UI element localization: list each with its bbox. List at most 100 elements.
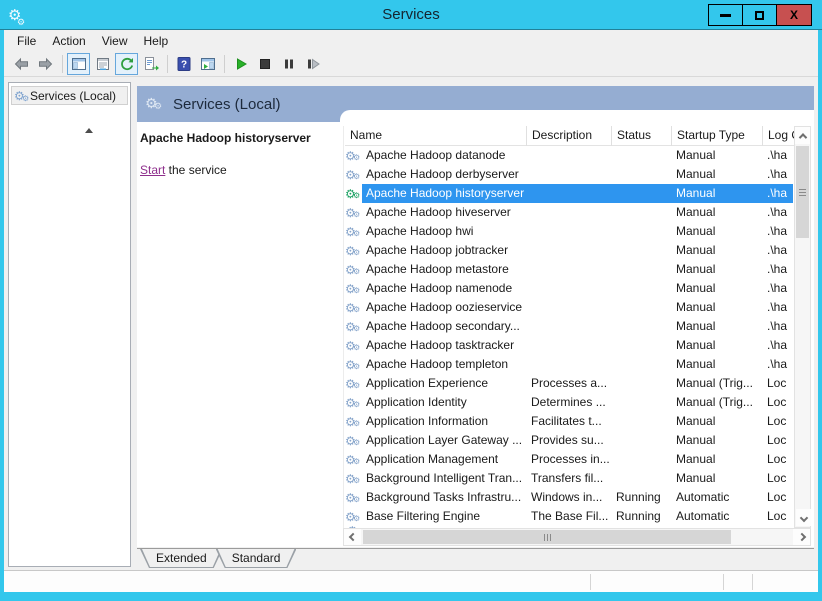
scroll-down-button[interactable]: [796, 509, 811, 526]
start-service-link[interactable]: Start: [140, 163, 165, 177]
back-button[interactable]: [10, 53, 33, 75]
service-row[interactable]: ⚙⚙Apache Hadoop tasktrackerManual.\ha: [345, 336, 793, 355]
show-console-tree-button[interactable]: [67, 53, 90, 75]
forward-button[interactable]: [34, 53, 57, 75]
status-bar: [4, 570, 818, 592]
tab-extended[interactable]: Extended: [140, 549, 223, 568]
service-log-on-as-cell: Loc: [763, 469, 793, 488]
maximize-button[interactable]: [743, 5, 777, 25]
service-row[interactable]: ⚙⚙Application IdentityDetermines ...Manu…: [345, 393, 793, 412]
service-row-cells: Apache Hadoop derbyserverManual.\ha: [362, 165, 793, 184]
service-name-cell: Background Intelligent Tran...: [362, 469, 527, 488]
service-status-cell: [612, 412, 672, 431]
pause-icon: [281, 56, 297, 72]
stop-service-button[interactable]: [253, 53, 276, 75]
service-status-cell: [612, 336, 672, 355]
refresh-button[interactable]: [115, 53, 138, 75]
scroll-left-button[interactable]: [344, 529, 361, 545]
column-header-startup-type[interactable]: Startup Type: [672, 126, 763, 146]
service-row[interactable]: ⚙⚙Apache Hadoop historyserverManual.\ha: [345, 184, 793, 203]
service-description-cell: [527, 222, 612, 241]
service-row[interactable]: ⚙⚙Apache Hadoop datanodeManual.\ha: [345, 146, 793, 165]
start-service-button[interactable]: [229, 53, 252, 75]
service-row[interactable]: ⚙⚙Apache Hadoop secondary...Manual.\ha: [345, 317, 793, 336]
service-name-cell: Apache Hadoop templeton: [362, 355, 527, 374]
refresh-icon: [119, 56, 135, 72]
service-description-cell: Facilitates t...: [527, 412, 612, 431]
horizontal-scroll-thumb[interactable]: [363, 530, 731, 544]
service-row[interactable]: ⚙⚙Apache Hadoop namenodeManual.\ha: [345, 279, 793, 298]
column-header-description[interactable]: Description: [527, 126, 612, 146]
service-status-cell: [612, 431, 672, 450]
properties-button[interactable]: [91, 53, 114, 75]
service-row[interactable]: ⚙⚙Base Filtering EngineThe Base Fil...Ru…: [345, 507, 793, 526]
service-description-cell: Determines ...: [527, 393, 612, 412]
service-row[interactable]: ⚙⚙Background Tasks Infrastru...Windows i…: [345, 488, 793, 507]
column-header-log-on-as[interactable]: Log On As: [763, 126, 794, 146]
maximize-icon: [755, 11, 764, 20]
service-name-cell: Apache Hadoop hwi: [362, 222, 527, 241]
service-row[interactable]: ⚙⚙Apache Hadoop hiveserverManual.\ha: [345, 203, 793, 222]
menu-help[interactable]: Help: [136, 31, 177, 51]
statusbar-divider: [590, 574, 591, 590]
service-row[interactable]: ⚙⚙Apache Hadoop jobtrackerManual.\ha: [345, 241, 793, 260]
service-row[interactable]: ⚙⚙Application ManagementProcesses in...M…: [345, 450, 793, 469]
service-row[interactable]: ⚙⚙Application Layer Gateway ...Provides …: [345, 431, 793, 450]
pause-service-button[interactable]: [277, 53, 300, 75]
service-gear-icon: ⚙⚙: [345, 279, 362, 298]
service-log-on-as-cell: .\ha: [763, 241, 793, 260]
chevron-right-icon: [797, 533, 805, 541]
service-log-on-as-cell: .\ha: [763, 298, 793, 317]
tree-item-label: Services (Local): [30, 89, 116, 103]
service-startup-type-cell: Manual: [672, 165, 763, 184]
service-row[interactable]: ⚙⚙Apache Hadoop metastoreManual.\ha: [345, 260, 793, 279]
service-row[interactable]: ⚙⚙Application ExperienceProcesses a...Ma…: [345, 374, 793, 393]
minimize-icon: [720, 14, 731, 17]
statusbar-divider: [752, 574, 753, 590]
service-gear-icon: ⚙⚙: [345, 165, 362, 184]
service-name-cell: Apache Hadoop datanode: [362, 146, 527, 165]
vertical-scroll-thumb[interactable]: [796, 146, 809, 238]
menu-view[interactable]: View: [94, 31, 136, 51]
service-row[interactable]: ⚙⚙Background Intelligent Tran...Transfer…: [345, 469, 793, 488]
minimize-button[interactable]: [709, 5, 743, 25]
service-startup-type-cell: Manual: [672, 469, 763, 488]
service-name-cell: Background Tasks Infrastru...: [362, 488, 527, 507]
service-startup-type-cell: Manual: [672, 279, 763, 298]
service-row-cells: Apache Hadoop templetonManual.\ha: [362, 355, 793, 374]
restart-service-button[interactable]: [301, 53, 324, 75]
svg-text:?: ?: [180, 60, 186, 71]
menu-file[interactable]: File: [9, 31, 44, 51]
scroll-right-button[interactable]: [793, 529, 810, 545]
service-name-cell: Apache Hadoop jobtracker: [362, 241, 527, 260]
chevron-down-icon: [799, 513, 807, 521]
service-row[interactable]: ⚙⚙Apache Hadoop derbyserverManual.\ha: [345, 165, 793, 184]
column-header-name[interactable]: Name: [345, 126, 527, 146]
service-log-on-as-cell: Loc: [763, 374, 793, 393]
show-action-pane-button[interactable]: [196, 53, 219, 75]
tab-standard[interactable]: Standard: [216, 549, 297, 568]
vertical-scrollbar[interactable]: [794, 126, 811, 528]
service-name-cell: Apache Hadoop metastore: [362, 260, 527, 279]
service-row[interactable]: ⚙⚙Apache Hadoop templetonManual.\ha: [345, 355, 793, 374]
menu-action[interactable]: Action: [44, 31, 93, 51]
service-row[interactable]: ⚙⚙Apache Hadoop hwiManual.\ha: [345, 222, 793, 241]
tree-item-services-local[interactable]: ⚙⚙ Services (Local): [11, 86, 128, 105]
console-tree-pane: ⚙⚙ Services (Local): [8, 82, 131, 567]
service-startup-type-cell: Manual: [672, 184, 763, 203]
banner-gear-icon: ⚙⚙: [145, 96, 165, 112]
export-list-button[interactable]: [139, 53, 162, 75]
service-row-cells: Application ManagementProcesses in...Man…: [362, 450, 793, 469]
horizontal-scrollbar[interactable]: [343, 528, 811, 546]
close-button[interactable]: X: [777, 5, 811, 25]
service-row[interactable]: ⚙⚙Application InformationFacilitates t..…: [345, 412, 793, 431]
service-row[interactable]: ⚙⚙Apache Hadoop oozieserviceManual.\ha: [345, 298, 793, 317]
service-name-cell: Application Information: [362, 412, 527, 431]
help-button[interactable]: ?: [172, 53, 195, 75]
column-header-status[interactable]: Status: [612, 126, 672, 146]
service-action-line: Start the service: [140, 163, 335, 177]
scroll-up-button[interactable]: [795, 127, 810, 144]
service-startup-type-cell: Manual: [672, 317, 763, 336]
menu-bar: File Action View Help: [4, 30, 818, 52]
service-row-cells: Background Intelligent Tran...Transfers …: [362, 469, 793, 488]
